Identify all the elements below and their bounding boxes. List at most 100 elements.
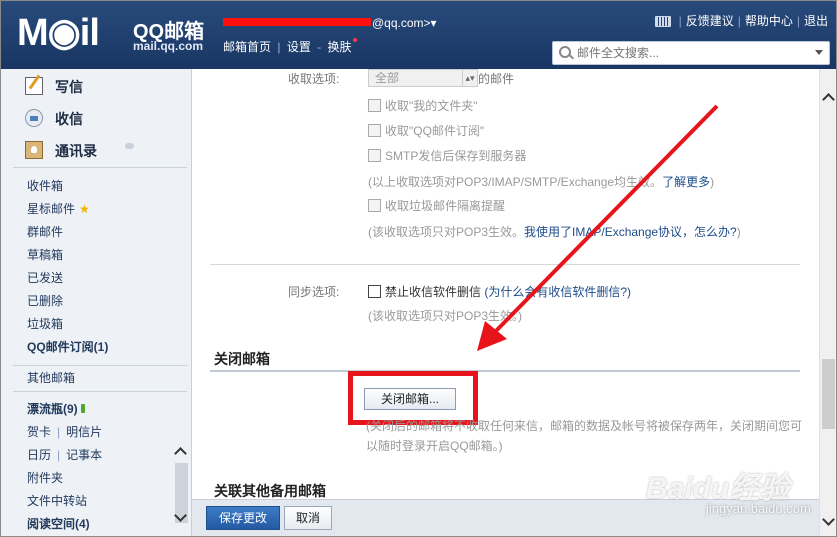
sidebar-scrollbar[interactable] (173, 441, 190, 533)
option-label: 收取垃圾邮件隔离提醒 (385, 199, 506, 213)
starred-label: 星标邮件 (27, 202, 76, 216)
main-scrollbar[interactable] (819, 69, 836, 536)
nav-skin[interactable]: 换肤 (328, 40, 352, 54)
sidebar-item-postcard[interactable]: 明信片 (66, 425, 102, 439)
sidebar-row-cards: 贺卡 | 明信片 (27, 425, 103, 439)
sidebar-item-group-mail[interactable]: 群邮件 (27, 221, 177, 244)
compose-label: 写信 (55, 79, 83, 95)
header-nav: 邮箱首页 | 设置 - 换肤 (223, 38, 357, 55)
inbox-icon (25, 109, 43, 127)
qqmail-logo[interactable]: M◉il (17, 13, 100, 53)
nav-separator: - (317, 40, 322, 54)
help-link[interactable]: 帮助中心 (745, 14, 793, 28)
scroll-up-icon[interactable] (174, 447, 187, 460)
sidebar-item-inbox[interactable]: 收件箱 (27, 175, 177, 198)
nav-mail-home[interactable]: 邮箱首页 (223, 40, 271, 54)
learn-more-link[interactable]: 了解更多 (662, 175, 710, 189)
sidebar-item-other-mailbox[interactable]: 其他邮箱 (27, 367, 177, 390)
contacts-button[interactable]: 通讯录 (25, 141, 97, 161)
close-mailbox-title: 关闭邮箱 (214, 351, 270, 367)
section-divider (210, 264, 800, 265)
option-smtp-save[interactable]: SMTP发信后保存到服务器 (368, 147, 526, 164)
why-delete-link[interactable]: (为什么会有收信软件删信?) (484, 285, 631, 299)
chevron-down-icon: ▾ (430, 16, 437, 30)
sidebar-item-reading[interactable]: 阅读空间(4) (27, 513, 177, 536)
redacted-username (223, 18, 371, 26)
checkbox[interactable] (368, 199, 381, 212)
sidebar-row-calendar: 日历 | 记事本 (27, 448, 103, 462)
option-label: SMTP发信后保存到服务器 (385, 149, 527, 163)
sidebar-item-sent[interactable]: 已发送 (27, 267, 177, 290)
apps-list: 漂流瓶(9) 贺卡 | 明信片 日历 | 记事本 附件夹 文件中转站 阅读空间(4) (27, 398, 177, 536)
receive-select-suffix: 的邮件 (478, 72, 515, 86)
option-spam-reminder[interactable]: 收取垃圾邮件隔离提醒 (368, 197, 505, 214)
sidebar-item-attachments[interactable]: 附件夹 (27, 467, 177, 490)
search-box[interactable] (552, 41, 830, 65)
nav-separator: | (277, 40, 281, 54)
folder-list: 收件箱 星标邮件 ★ 群邮件 草稿箱 已发送 已删除 垃圾箱 QQ邮件订阅(1) (27, 175, 177, 359)
sidebar-item-card[interactable]: 贺卡 (27, 425, 51, 439)
search-dropdown-icon[interactable] (815, 50, 823, 55)
nav-settings[interactable]: 设置 (287, 40, 311, 54)
sidebar-item-subscriptions[interactable]: QQ邮件订阅(1) (27, 336, 177, 359)
checkbox[interactable] (368, 99, 381, 112)
sidebar-item-drafts[interactable]: 草稿箱 (27, 244, 177, 267)
sidebar-item-starred[interactable]: 星标邮件 ★ (27, 198, 177, 221)
user-account[interactable]: @qq.com>▾ (372, 16, 437, 30)
compose-icon (25, 77, 43, 95)
app-window: M◉il QQ邮箱 mail.qq.com @qq.com>▾ 邮箱首页 | 设… (0, 0, 837, 537)
sidebar: 写信 收信 通讯录 收件箱 星标邮件 ★ 群邮件 草稿箱 已发送 已删除 垃圾箱 … (1, 69, 192, 536)
section-underline (210, 370, 800, 372)
sidebar-item-drift-bottle[interactable]: 漂流瓶(9) (27, 398, 177, 421)
new-dot-icon (352, 38, 357, 42)
star-icon: ★ (79, 202, 90, 216)
option-block-delete[interactable]: 禁止收信软件删信 (为什么会有收信软件删信?) (368, 283, 631, 300)
sidebar-item-calendar[interactable]: 日历 (27, 448, 51, 462)
scroll-down-icon[interactable] (822, 513, 835, 526)
drift-bottle-label: 漂流瓶(9) (27, 402, 78, 416)
checkbox[interactable] (368, 149, 381, 162)
contacts-label: 通讯录 (55, 143, 97, 159)
sidebar-item-file-transfer[interactable]: 文件中转站 (27, 490, 177, 513)
checkbox[interactable] (368, 124, 381, 137)
sidebar-item-deleted[interactable]: 已删除 (27, 290, 177, 313)
checkbox[interactable] (368, 285, 381, 298)
option-label: 收取"我的文件夹" (385, 99, 478, 113)
save-button[interactable]: 保存更改 (206, 506, 280, 530)
receive-row: 收取选项: 全部 ▴▾ 的邮件 (192, 69, 819, 89)
option-my-folders[interactable]: 收取"我的文件夹" (368, 97, 478, 114)
receive-select[interactable]: 全部 ▴▾ (368, 69, 478, 87)
settings-content: 收取选项: 全部 ▴▾ 的邮件 收取"我的文件夹" 收取"QQ邮件订阅" SMTP… (192, 69, 819, 499)
compose-button[interactable]: 写信 (25, 77, 83, 97)
contacts-icon (25, 141, 43, 159)
sync-option-label: 禁止收信软件删信 (385, 285, 482, 299)
receive-button[interactable]: 收信 (25, 109, 83, 129)
receive-select-value: 全部 (375, 71, 400, 85)
sidebar-item-notepad[interactable]: 记事本 (66, 448, 102, 462)
sidebar-item-spam[interactable]: 垃圾箱 (27, 313, 177, 336)
other-mailbox-list: 其他邮箱 (27, 367, 177, 390)
chat-bubble-icon[interactable] (125, 143, 134, 149)
user-account-suffix: @qq.com> (372, 16, 431, 30)
cancel-button[interactable]: 取消 (284, 506, 332, 530)
select-arrow-icon: ▴▾ (462, 70, 477, 86)
scroll-thumb[interactable] (822, 359, 835, 429)
note-pop3: (该收取选项只对POP3生效。我使用了IMAP/Exchange协议，怎么办?) (368, 225, 741, 239)
option-subscriptions[interactable]: 收取"QQ邮件订阅" (368, 122, 484, 139)
search-input[interactable] (575, 44, 809, 62)
sidebar-divider (13, 167, 187, 168)
sync-label: 同步选项: (288, 285, 340, 299)
sidebar-divider (13, 391, 187, 392)
imap-help-link[interactable]: 我使用了IMAP/Exchange协议，怎么办? (524, 225, 737, 239)
sidebar-divider (13, 365, 187, 366)
logo-domain: mail.qq.com (133, 39, 204, 53)
backup-mailbox-title: 关联其他备用邮箱 (214, 483, 326, 499)
logout-link[interactable]: 退出 (804, 14, 828, 28)
feedback-link[interactable]: 反馈建议 (686, 14, 734, 28)
keyboard-icon[interactable] (654, 16, 671, 28)
bottle-icon (80, 404, 85, 413)
watermark-url: jingyan.baidu.com (706, 501, 811, 516)
note-sync: (该收取选项只对POP3生效。) (368, 309, 523, 323)
receive-label: 收取选项: (288, 72, 340, 86)
scroll-up-icon[interactable] (822, 93, 835, 106)
